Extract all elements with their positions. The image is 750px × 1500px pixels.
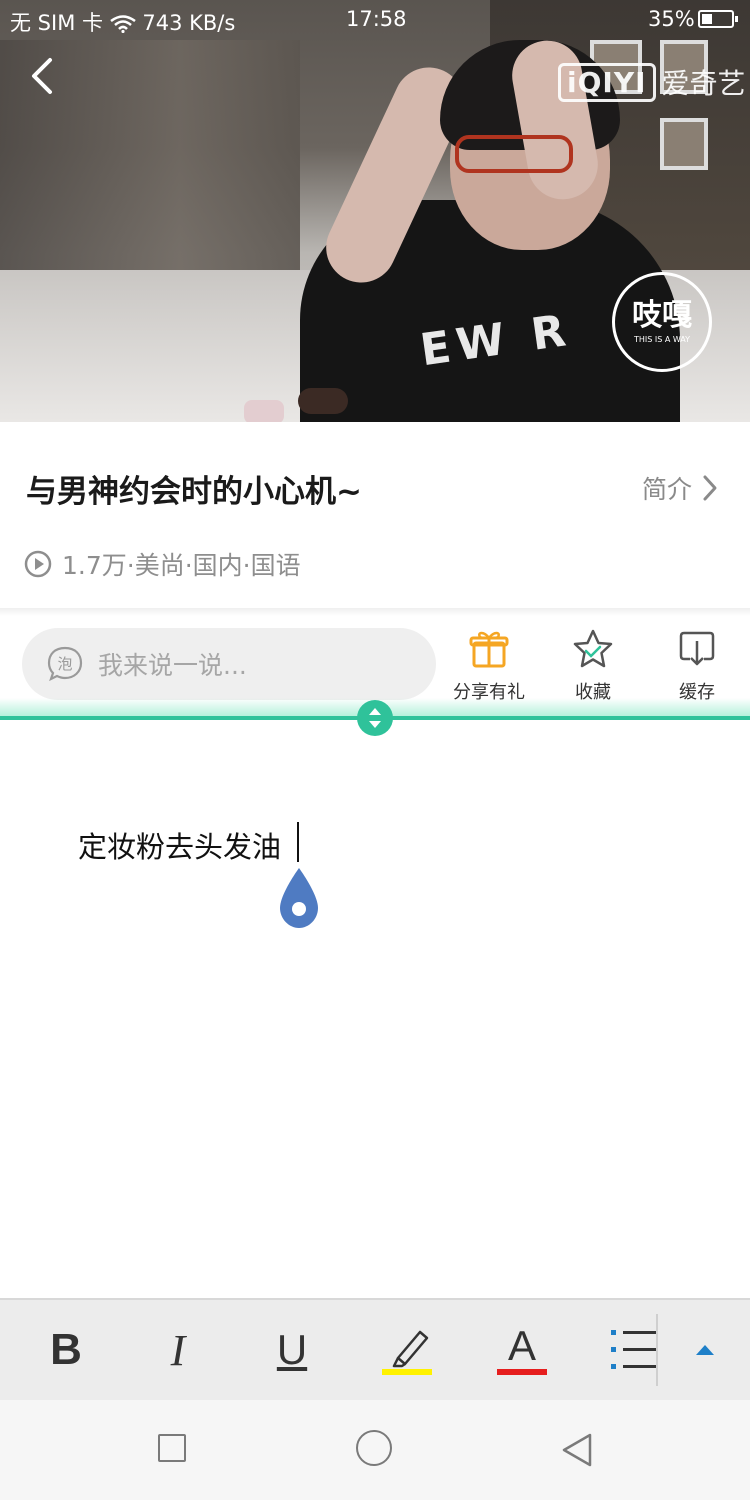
video-meta: 1.7万·美尚·国内·国语: [24, 546, 301, 582]
expand-toolbar-button[interactable]: [690, 1300, 720, 1400]
comment-placeholder: 我来说一说...: [98, 651, 247, 680]
clock: 17:58: [346, 7, 407, 31]
font-color-button[interactable]: A: [494, 1300, 550, 1400]
video-cup: [244, 400, 284, 422]
network-speed: 743 KB/s: [142, 11, 236, 35]
intro-label: 简介: [642, 475, 693, 504]
channel-badge: 吱嘎 THIS IS A WAY: [612, 272, 712, 372]
status-left: 无 SIM 卡 743 KB/s: [10, 7, 235, 37]
back-arrow-icon[interactable]: [28, 56, 56, 96]
channel-badge-sub: THIS IS A WAY: [633, 334, 691, 344]
meta-text: 1.7万·美尚·国内·国语: [62, 551, 301, 580]
italic-button[interactable]: I: [152, 1300, 204, 1400]
iqiyi-logo-text: 爱奇艺: [661, 67, 746, 100]
underline-button[interactable]: U: [266, 1300, 318, 1400]
carrier-text: 无 SIM 卡: [10, 11, 103, 35]
recent-apps-icon[interactable]: [158, 1434, 186, 1462]
video-frame-picture: [660, 118, 708, 170]
text-caret: [297, 822, 299, 862]
cursor-handle-icon[interactable]: [278, 866, 320, 930]
gift-icon: [469, 631, 509, 668]
download-icon: [679, 631, 715, 666]
play-count-icon: [24, 550, 52, 578]
wifi-icon: [109, 15, 136, 33]
section-divider: [0, 608, 750, 616]
bold-button[interactable]: B: [40, 1300, 92, 1400]
highlight-button[interactable]: [380, 1300, 436, 1400]
list-icon: [611, 1330, 657, 1369]
share-gift-button[interactable]: 分享有礼: [444, 628, 534, 704]
split-drag-handle[interactable]: [357, 700, 393, 736]
font-color-bar: [497, 1369, 547, 1375]
status-bar: 无 SIM 卡 743 KB/s 17:58 35%: [0, 0, 750, 40]
video-player[interactable]: EW R iQIYI 爱奇艺 吱嘎 THIS IS A WAY: [0, 0, 750, 422]
chevron-right-icon: [703, 475, 717, 501]
note-editor-text[interactable]: 定妆粉去头发油: [78, 824, 281, 866]
format-toolbar: B I U A: [0, 1298, 750, 1400]
iqiyi-logo-mark: iQIYI: [558, 62, 656, 102]
star-icon: [573, 629, 613, 668]
up-down-arrow-icon: [369, 708, 381, 728]
favorite-button[interactable]: 收藏: [548, 628, 638, 704]
battery-percent: 35%: [648, 7, 695, 31]
nav-back-icon[interactable]: [560, 1432, 594, 1468]
comment-input[interactable]: 泡 我来说一说...: [22, 628, 436, 700]
video-brush: [298, 388, 348, 414]
video-title: 与男神约会时的小心机~: [26, 474, 362, 510]
battery-icon: [698, 10, 738, 28]
home-icon[interactable]: [356, 1430, 392, 1466]
cache-button[interactable]: 缓存: [652, 628, 742, 704]
list-button[interactable]: [606, 1300, 662, 1400]
bubble-char: 泡: [57, 655, 72, 673]
font-color-glyph: A: [507, 1322, 536, 1369]
bubble-icon: 泡: [47, 646, 83, 682]
intro-link[interactable]: 简介: [642, 470, 718, 506]
channel-badge-title: 吱嘎: [632, 297, 692, 333]
highlighter-icon: [382, 1330, 432, 1375]
iqiyi-logo: iQIYI 爱奇艺: [558, 62, 746, 102]
toolbar-separator: [656, 1314, 658, 1386]
video-person-glasses: [455, 135, 573, 173]
triangle-up-icon: [696, 1345, 714, 1355]
